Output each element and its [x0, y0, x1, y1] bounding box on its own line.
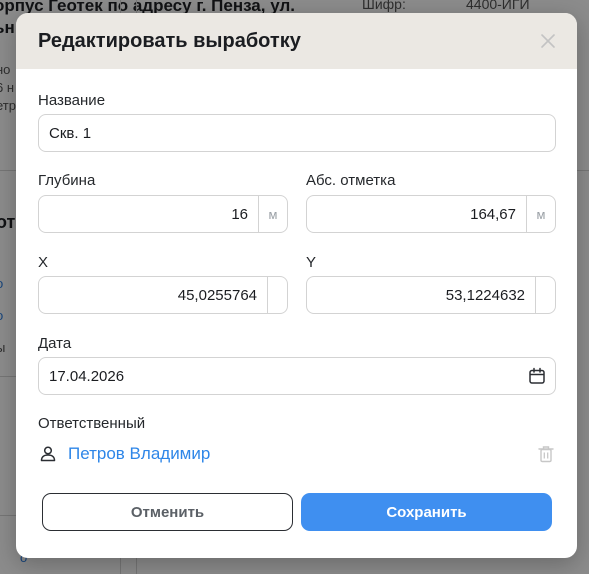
- y-unit: [535, 277, 555, 313]
- save-button[interactable]: Сохранить: [301, 493, 552, 531]
- date-value: 17.04.2026: [49, 367, 125, 385]
- dialog-title: Редактировать выработку: [38, 30, 301, 52]
- elevation-value: 164,67: [470, 205, 516, 223]
- elevation-unit: м: [526, 196, 555, 232]
- depth-label: Глубина: [38, 172, 96, 189]
- x-coordinate-field[interactable]: 45,0255764: [38, 276, 288, 314]
- calendar-icon[interactable]: [519, 358, 555, 394]
- name-value: Скв. 1: [49, 124, 92, 142]
- elevation-field[interactable]: 164,67 м: [306, 195, 556, 233]
- name-field[interactable]: Скв. 1: [38, 114, 556, 152]
- depth-unit: м: [258, 196, 287, 232]
- date-field[interactable]: 17.04.2026: [38, 357, 556, 395]
- edit-working-dialog: Редактировать выработку Название Скв. 1 …: [16, 13, 577, 558]
- y-label: Y: [306, 254, 317, 271]
- date-label: Дата: [38, 335, 72, 352]
- responsible-person-row: Петров Владимир: [38, 441, 556, 467]
- trash-icon[interactable]: [536, 444, 556, 464]
- responsible-person-link[interactable]: Петров Владимир: [68, 444, 210, 464]
- depth-field[interactable]: 16 м: [38, 195, 288, 233]
- x-value: 45,0255764: [177, 286, 257, 304]
- name-label: Название: [38, 92, 106, 109]
- responsible-label: Ответственный: [38, 415, 146, 432]
- cancel-button[interactable]: Отменить: [42, 493, 293, 531]
- x-label: X: [38, 254, 49, 271]
- close-icon[interactable]: [537, 30, 559, 52]
- dialog-header: Редактировать выработку: [16, 13, 577, 69]
- elevation-label: Абс. отметка: [306, 172, 396, 189]
- depth-value: 16: [231, 205, 248, 223]
- x-unit: [267, 277, 287, 313]
- y-coordinate-field[interactable]: 53,1224632: [306, 276, 556, 314]
- person-icon: [38, 444, 58, 464]
- y-value: 53,1224632: [445, 286, 525, 304]
